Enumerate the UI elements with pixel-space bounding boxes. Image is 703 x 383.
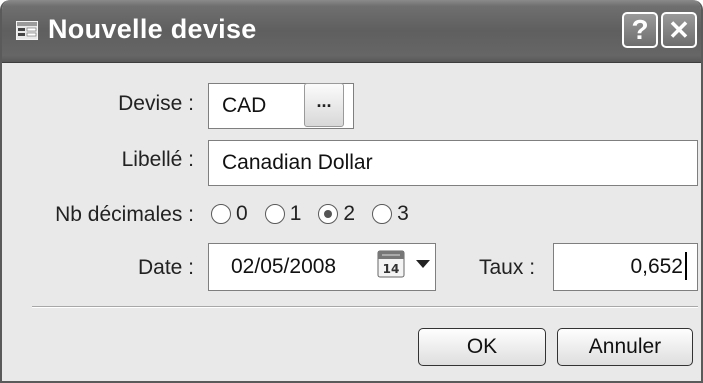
- devise-value: CAD: [222, 94, 267, 117]
- nb-decimales-radio-group: 0 1 2 3: [211, 202, 426, 226]
- title-bar[interactable]: Nouvelle devise ? ✕: [2, 0, 701, 63]
- dialog-window: Nouvelle devise ? ✕ Devise : CAD ... Lib…: [0, 0, 703, 383]
- radio-label: 0: [236, 202, 248, 225]
- radio-decimales-1[interactable]: 1: [264, 202, 302, 226]
- text-cursor: [685, 252, 687, 280]
- radio-decimales-3[interactable]: 3: [372, 202, 409, 226]
- calendar-day: 14: [383, 262, 400, 276]
- window-title: Nouvelle devise: [48, 14, 257, 44]
- close-button[interactable]: ✕: [661, 12, 697, 48]
- radio-circle-selected[interactable]: [318, 204, 339, 224]
- taux-value: 0,652: [630, 255, 683, 278]
- date-label: Date :: [137, 256, 194, 279]
- devise-lookup-button[interactable]: ...: [304, 83, 344, 127]
- ok-button[interactable]: OK: [418, 328, 546, 366]
- radio-label: 2: [343, 202, 356, 225]
- annuler-button[interactable]: Annuler: [557, 328, 693, 366]
- taux-field[interactable]: 0,652: [553, 243, 698, 291]
- radio-label: 1: [289, 202, 302, 225]
- radio-decimales-0[interactable]: 0: [211, 202, 248, 226]
- calendar-icon[interactable]: 14: [377, 250, 405, 278]
- radio-label: 3: [397, 202, 409, 225]
- radio-circle[interactable]: [372, 204, 393, 224]
- libelle-value: Canadian Dollar: [222, 151, 373, 174]
- date-value: 02/05/2008: [231, 255, 337, 278]
- nb-decimales-label: Nb décimales :: [55, 203, 194, 226]
- libelle-field[interactable]: Canadian Dollar: [208, 140, 698, 186]
- radio-circle[interactable]: [211, 204, 231, 224]
- devise-label: Devise :: [118, 92, 194, 115]
- help-button[interactable]: ?: [622, 12, 658, 48]
- libelle-label: Libellé :: [121, 148, 194, 171]
- radio-circle[interactable]: [264, 204, 285, 224]
- radio-decimales-2[interactable]: 2: [318, 202, 355, 226]
- separator: [32, 306, 698, 308]
- date-dropdown-arrow-icon[interactable]: [416, 260, 430, 268]
- app-icon: [16, 21, 38, 40]
- taux-label: Taux :: [479, 256, 536, 279]
